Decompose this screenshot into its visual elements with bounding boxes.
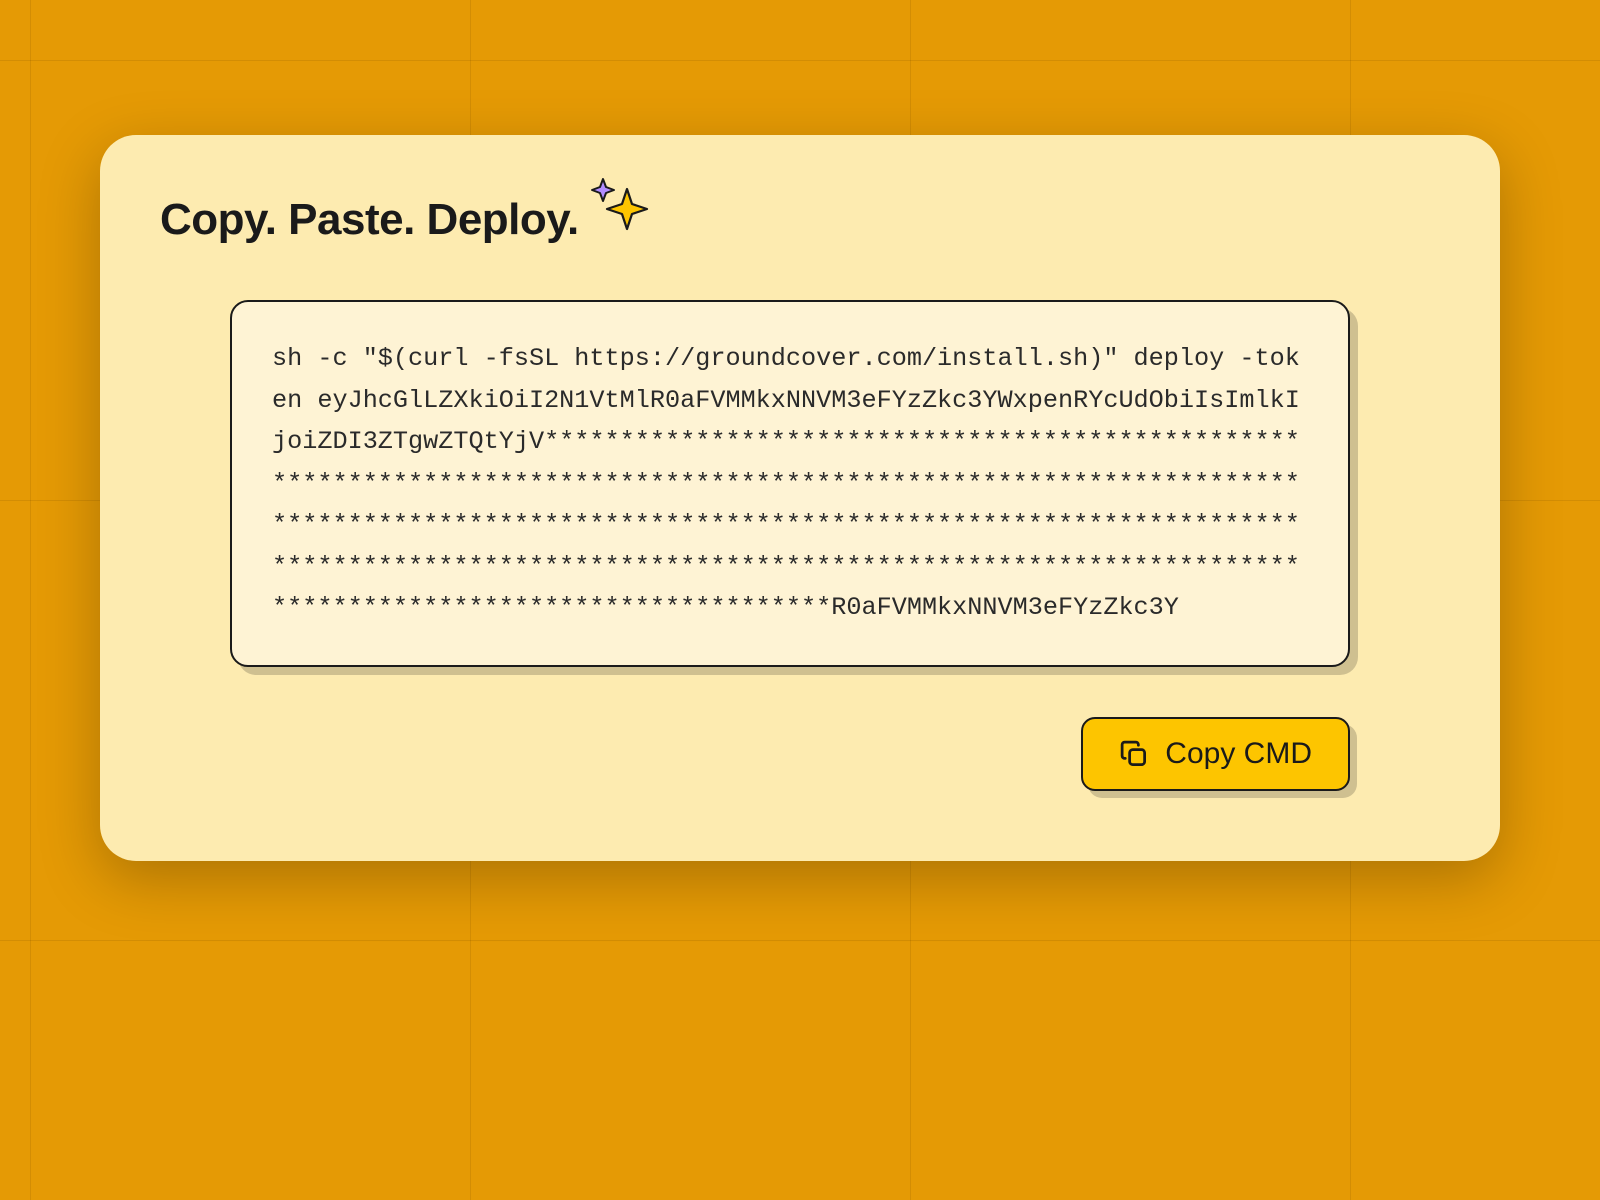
command-text: sh -c "$(curl -fsSL https://groundcover.… bbox=[272, 338, 1308, 629]
copy-icon bbox=[1119, 739, 1149, 769]
copy-command-button[interactable]: Copy CMD bbox=[1081, 717, 1350, 791]
command-code-block: sh -c "$(curl -fsSL https://groundcover.… bbox=[230, 300, 1350, 667]
page-title: Copy. Paste. Deploy. bbox=[160, 195, 579, 245]
sparkles-icon bbox=[589, 175, 659, 235]
card-header: Copy. Paste. Deploy. bbox=[160, 195, 1440, 245]
deploy-card: Copy. Paste. Deploy. sh -c "$(curl -fsSL… bbox=[100, 135, 1500, 861]
copy-button-label: Copy CMD bbox=[1165, 737, 1312, 771]
actions-row: Copy CMD bbox=[160, 717, 1350, 791]
